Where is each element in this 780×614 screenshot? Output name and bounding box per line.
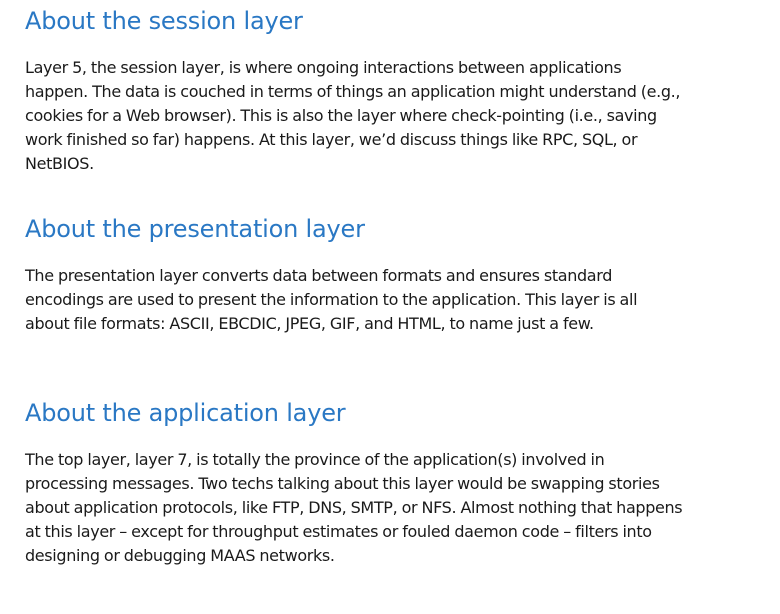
application-layer-section: About the application layer The top laye… (25, 396, 685, 568)
application-layer-paragraph: The top layer, layer 7, is totally the p… (25, 450, 683, 565)
presentation-layer-paragraph: The presentation layer converts data bet… (25, 266, 638, 333)
presentation-layer-section: About the presentation layer The present… (25, 212, 685, 336)
session-layer-section: About the session layer Layer 5, the ses… (25, 4, 685, 176)
presentation-layer-heading: About the presentation layer (25, 215, 365, 243)
session-layer-paragraph: Layer 5, the session layer, is where ong… (25, 58, 681, 173)
session-layer-heading: About the session layer (25, 7, 303, 35)
application-layer-heading: About the application layer (25, 399, 346, 427)
